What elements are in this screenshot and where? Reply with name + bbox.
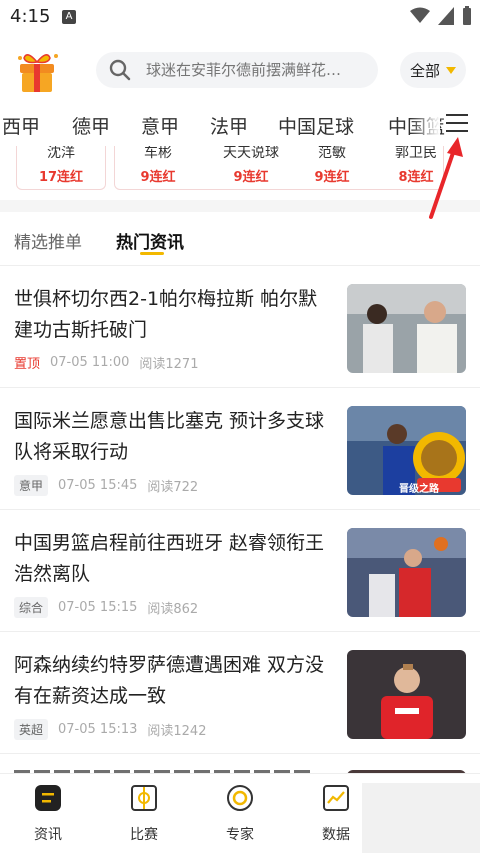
news-meta: 意甲 07-05 15:45 阅读722 — [14, 475, 198, 496]
signal-icon — [438, 7, 454, 25]
news-reads: 阅读1271 — [139, 357, 199, 372]
streak-count: 9连红 — [233, 170, 269, 185]
dropdown-triangle-icon — [446, 66, 456, 74]
tab-hot-news[interactable]: 热门资讯 — [116, 228, 184, 253]
tab-laliga[interactable]: 西甲 — [2, 112, 40, 139]
news-title: 国际米兰愿意出售比塞克 预计多支球队将采取行动 — [14, 410, 325, 463]
nav-experts-label: 专家 — [226, 827, 254, 843]
news-list: 世俱杯切尔西2-1帕尔梅拉斯 帕尔默建功古斯托破门 置顶 07-05 11:00… — [0, 266, 480, 754]
tab-picks[interactable]: 精选推单 — [14, 228, 82, 253]
pinned-tag: 置顶 — [14, 357, 41, 372]
league-tag: 意甲 — [14, 475, 49, 496]
notification-icon: A — [62, 10, 76, 24]
gift-icon[interactable] — [12, 48, 62, 94]
news-meta: 英超 07-05 15:13 阅读1242 — [14, 719, 206, 740]
news-thumbnail — [347, 650, 466, 739]
data-icon — [323, 785, 349, 811]
status-bar: 4:15 A — [0, 0, 480, 36]
matches-icon — [131, 785, 157, 811]
news-item[interactable]: 世俱杯切尔西2-1帕尔梅拉斯 帕尔默建功古斯托破门 置顶 07-05 11:00… — [0, 266, 480, 388]
tab-serie-a[interactable]: 意甲 — [141, 112, 179, 139]
promo-badge-text: 晋级之路 — [399, 484, 439, 495]
nav-matches-label: 比赛 — [130, 827, 158, 843]
nav-experts[interactable]: 专家 — [210, 784, 270, 844]
news-title: 中国男篮启程前往西班牙 赵睿领衔王浩然离队 — [14, 532, 325, 585]
category-tag: 综合 — [14, 597, 49, 618]
news-date: 07-05 15:45 — [58, 478, 138, 493]
header: 全部 — [0, 40, 480, 100]
news-title: 阿森纳续约特罗萨德遭遇困难 双方没有在薪资达成一致 — [14, 654, 325, 707]
news-title: 世俱杯切尔西2-1帕尔梅拉斯 帕尔默建功古斯托破门 — [14, 288, 318, 341]
expert-name: 天天说球 — [223, 146, 279, 161]
status-time: 4:15 — [10, 6, 51, 27]
news-item[interactable]: 中国男篮启程前往西班牙 赵睿领衔王浩然离队 综合 07-05 15:15 阅读8… — [0, 510, 480, 632]
news-date: 07-05 15:13 — [58, 722, 138, 737]
status-icons — [410, 6, 472, 26]
section-divider — [0, 200, 480, 212]
nav-news[interactable]: 资讯 — [18, 784, 78, 844]
streak-card[interactable]: 天天说球 9连红 — [206, 146, 296, 190]
active-tab-indicator — [140, 252, 164, 255]
bottom-nav: 资讯 比赛 专家 数据 — [0, 773, 480, 853]
streak-count: 17连红 — [38, 170, 84, 185]
annotation-arrow-icon — [429, 137, 463, 219]
wifi-icon — [410, 7, 430, 23]
nav-matches[interactable]: 比赛 — [114, 784, 174, 844]
experts-icon — [227, 785, 253, 811]
news-item[interactable]: 阿森纳续约特罗萨德遭遇困难 双方没有在薪资达成一致 英超 07-05 15:13… — [0, 632, 480, 754]
battery-icon — [463, 6, 471, 25]
tab-chinese-football[interactable]: 中国足球 — [278, 112, 354, 139]
search-bar[interactable] — [96, 52, 378, 88]
league-tabs: 西甲 德甲 意甲 法甲 中国足球 中国篮 — [0, 104, 480, 146]
streak-card[interactable]: 沈洋 17连红 — [16, 146, 106, 190]
expert-streak-strip: 沈洋 17连红 车彬 9连红 天天说球 9连红 范敏 9连红 郭卫民 8连红 — [0, 146, 480, 194]
news-thumbnail: 晋级之路 — [347, 406, 466, 495]
nav-data-label: 数据 — [322, 827, 350, 843]
news-reads: 阅读862 — [147, 602, 199, 617]
news-icon — [35, 785, 61, 811]
expert-name: 范敏 — [318, 146, 346, 161]
expert-name: 沈洋 — [47, 146, 75, 161]
filter-dropdown[interactable]: 全部 — [400, 52, 466, 88]
news-thumbnail — [347, 284, 466, 373]
search-icon — [109, 59, 131, 81]
news-date: 07-05 15:15 — [58, 600, 138, 615]
league-tag: 英超 — [14, 719, 49, 740]
streak-count: 9连红 — [314, 170, 350, 185]
nav-overlay-block — [362, 783, 480, 853]
streak-card[interactable]: 车彬 9连红 — [118, 146, 198, 190]
search-input[interactable] — [146, 61, 366, 79]
tab-ligue1[interactable]: 法甲 — [210, 112, 248, 139]
news-meta: 置顶 07-05 11:00 阅读1271 — [14, 353, 198, 372]
nav-data[interactable]: 数据 — [306, 784, 366, 844]
content-tabs: 精选推单 热门资讯 — [0, 212, 480, 266]
streak-count: 9连红 — [140, 170, 176, 185]
news-item[interactable]: 国际米兰愿意出售比塞克 预计多支球队将采取行动 意甲 07-05 15:45 阅… — [0, 388, 480, 510]
menu-icon[interactable] — [446, 114, 468, 134]
news-thumbnail — [347, 528, 466, 617]
tab-bundesliga[interactable]: 德甲 — [72, 112, 110, 139]
news-reads: 阅读722 — [147, 480, 199, 495]
streak-card[interactable]: 范敏 9连红 — [292, 146, 372, 190]
nav-news-label: 资讯 — [34, 827, 62, 843]
filter-label: 全部 — [409, 61, 440, 80]
news-reads: 阅读1242 — [147, 724, 207, 739]
news-date: 07-05 11:00 — [50, 355, 130, 370]
expert-name: 车彬 — [144, 146, 172, 161]
news-meta: 综合 07-05 15:15 阅读862 — [14, 597, 198, 618]
